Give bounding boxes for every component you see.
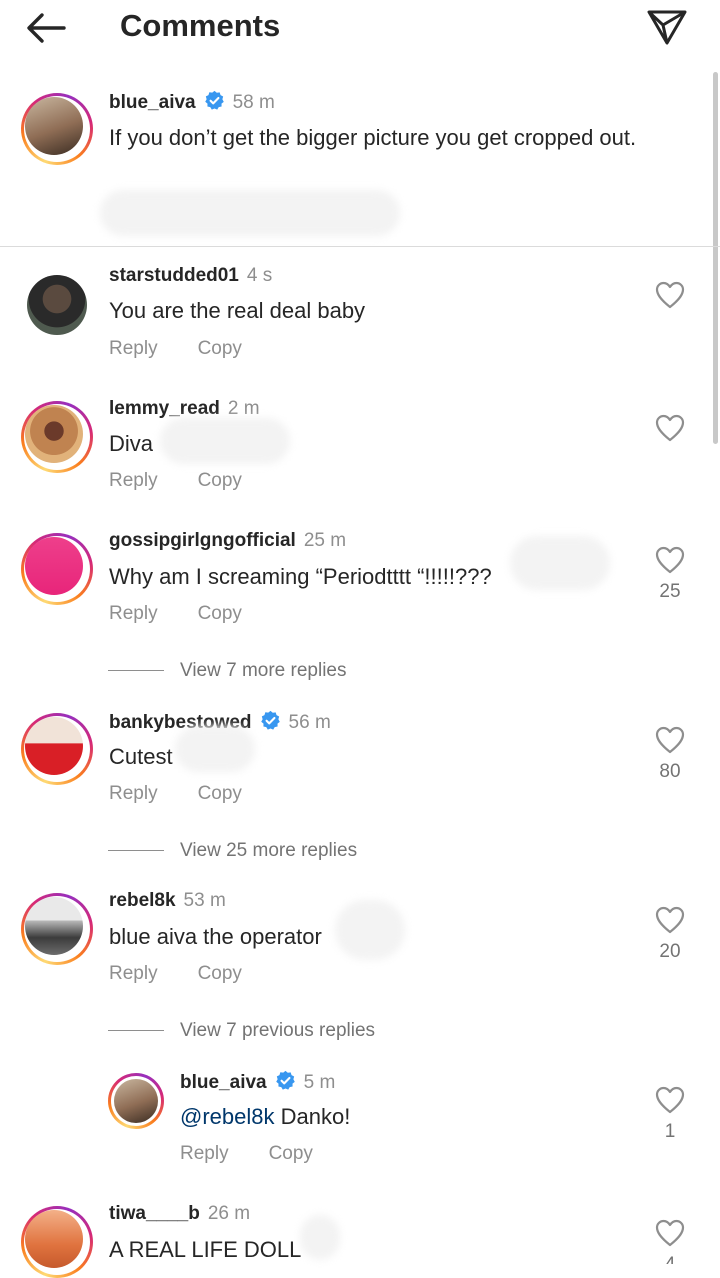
redaction-smudge <box>510 536 610 590</box>
redaction-smudge <box>175 726 255 772</box>
like-count: 1 <box>664 1121 676 1142</box>
reply-button[interactable]: Reply <box>109 338 158 360</box>
comment-text: blue aiva the operator <box>109 924 322 949</box>
view-more-replies[interactable]: View 7 previous replies <box>108 1020 375 1042</box>
heart-icon[interactable] <box>655 1219 685 1247</box>
redaction-smudge <box>300 1215 340 1260</box>
copy-button[interactable]: Copy <box>198 603 242 625</box>
heart-icon[interactable] <box>655 414 685 442</box>
like-count: 4 <box>655 1254 685 1264</box>
send-icon[interactable] <box>646 8 688 46</box>
comment-actions: Reply Copy <box>109 783 242 805</box>
back-arrow-icon[interactable] <box>26 12 66 44</box>
avatar[interactable] <box>21 1206 93 1278</box>
scrollbar[interactable] <box>713 72 718 444</box>
caption-username[interactable]: blue_aiva 58 m <box>109 90 275 114</box>
avatar[interactable] <box>27 275 87 335</box>
reply-button[interactable]: Reply <box>109 470 158 492</box>
copy-button[interactable]: Copy <box>198 338 242 360</box>
caption-text: If you don’t get the bigger picture you … <box>109 125 637 150</box>
verified-badge-icon <box>204 90 224 110</box>
comment-text: A REAL LIFE DOLL <box>109 1237 302 1262</box>
redaction-smudge <box>335 900 405 960</box>
comment-username[interactable]: lemmy_read 2 m <box>109 398 260 420</box>
heart-icon[interactable] <box>655 546 685 574</box>
copy-button[interactable]: Copy <box>198 963 242 985</box>
reply-button[interactable]: Reply <box>109 603 158 625</box>
page-title: Comments <box>120 8 281 43</box>
like-count: 25 <box>659 581 681 602</box>
view-more-replies[interactable]: View 7 more replies <box>108 660 347 682</box>
comment-actions: Reply Copy <box>109 338 242 360</box>
heart-icon[interactable] <box>655 1086 685 1114</box>
redaction-smudge <box>160 418 290 464</box>
mention-link[interactable]: @rebel8k <box>180 1104 275 1129</box>
comment-actions: Reply Copy <box>109 963 242 985</box>
view-more-replies[interactable]: View 25 more replies <box>108 840 357 862</box>
reply-button[interactable]: Reply <box>109 963 158 985</box>
comment-text: Diva <box>109 431 154 456</box>
avatar[interactable] <box>21 533 93 605</box>
verified-badge-icon <box>275 1070 295 1090</box>
comment-text: Why am I screaming “Periodtttt “!!!!!??? <box>109 564 492 589</box>
comment-username[interactable]: starstudded01 4 s <box>109 265 272 287</box>
redaction-smudge <box>100 190 400 236</box>
reply-button[interactable]: Reply <box>109 783 158 805</box>
avatar[interactable] <box>21 893 93 965</box>
avatar[interactable] <box>21 713 93 785</box>
comment-text: You are the real deal baby <box>109 298 366 323</box>
heart-icon[interactable] <box>655 906 685 934</box>
verified-badge-icon <box>260 710 280 730</box>
copy-button[interactable]: Copy <box>198 470 242 492</box>
reply-username[interactable]: blue_aiva 5 m <box>180 1070 335 1094</box>
header-bar: Comments <box>0 0 720 56</box>
comment-actions: Reply Copy <box>109 470 242 492</box>
reply-button[interactable]: Reply <box>180 1143 229 1165</box>
like-count: 20 <box>659 941 681 962</box>
comment-username[interactable]: rebel8k 53 m <box>109 890 226 912</box>
avatar[interactable] <box>21 401 93 473</box>
avatar[interactable] <box>108 1073 164 1129</box>
copy-button[interactable]: Copy <box>198 783 242 805</box>
reply-actions: Reply Copy <box>180 1143 313 1165</box>
avatar[interactable] <box>21 93 93 165</box>
like-count: 80 <box>659 761 681 782</box>
heart-icon[interactable] <box>655 281 685 309</box>
caption-divider <box>0 246 720 247</box>
comment-text: Cutest <box>109 744 173 769</box>
comment-username[interactable]: tiwa____b 26 m <box>109 1203 250 1225</box>
comment-username[interactable]: gossipgirlgngofficial 25 m <box>109 530 346 552</box>
reply-text: @rebel8k Danko! <box>180 1104 351 1129</box>
comment-actions: Reply Copy <box>109 603 242 625</box>
copy-button[interactable]: Copy <box>269 1143 313 1165</box>
heart-icon[interactable] <box>655 726 685 754</box>
